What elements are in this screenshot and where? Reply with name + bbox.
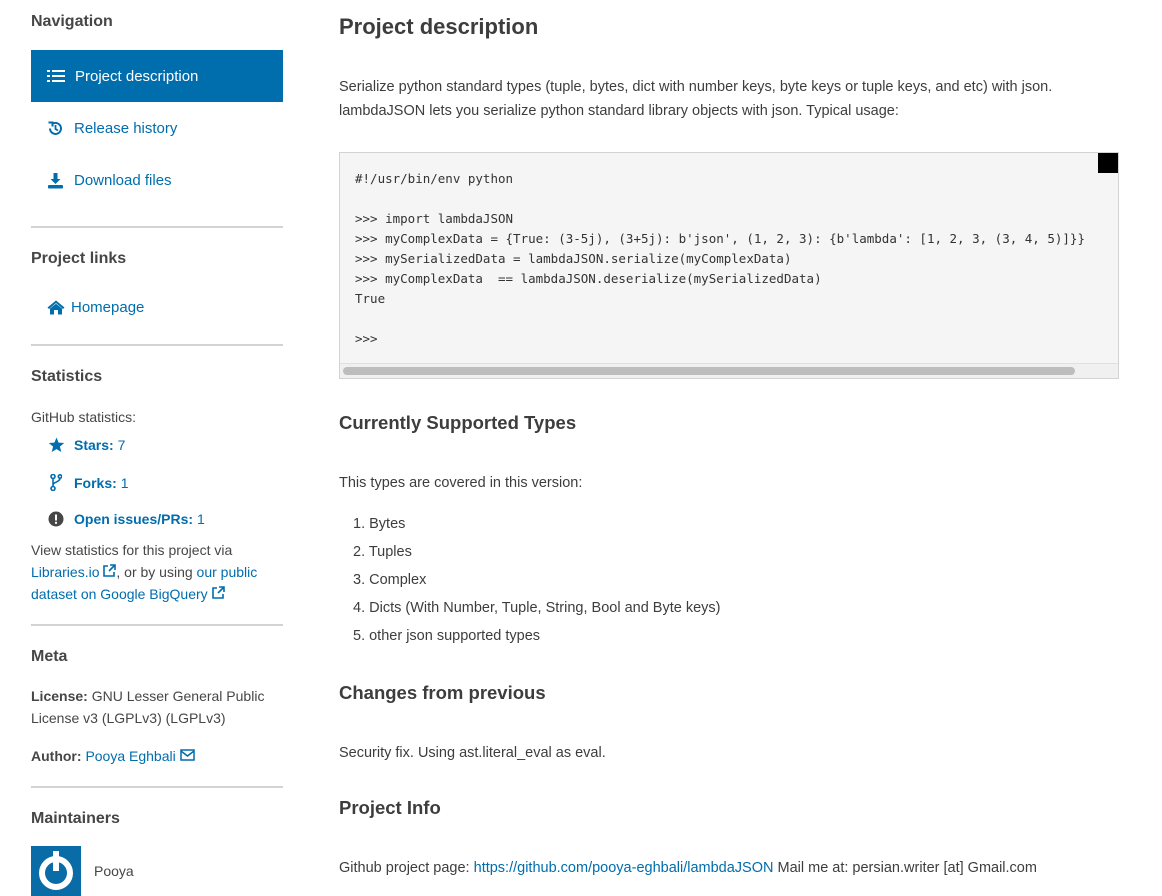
license-label: License: bbox=[31, 688, 88, 704]
scrollbar-thumb[interactable] bbox=[343, 367, 1075, 375]
divider bbox=[31, 344, 283, 346]
changes-text: Security fix. Using ast.literal_eval as … bbox=[339, 745, 606, 761]
nav-label: Release history bbox=[74, 119, 178, 137]
statistics-note-text: View statistics for this project via bbox=[31, 542, 233, 558]
author-name: Pooya Eghbali bbox=[85, 748, 176, 764]
list-item: 5. other json supported types bbox=[353, 628, 541, 644]
bigquery-label: our public bbox=[196, 564, 258, 580]
types-intro: This types are covered in this version: bbox=[339, 475, 583, 491]
maintainer-link[interactable]: Pooya bbox=[94, 860, 134, 882]
open-issues-link[interactable]: Open issues/PRs: 1 bbox=[47, 511, 205, 527]
copy-button[interactable] bbox=[1098, 153, 1118, 173]
stars-link[interactable]: Stars: 7 bbox=[47, 437, 125, 453]
author-link[interactable]: Pooya Eghbali bbox=[85, 748, 195, 764]
nav-download-files[interactable]: Download files bbox=[31, 154, 283, 206]
code-block[interactable]: #!/usr/bin/env python >>> import lambdaJ… bbox=[339, 152, 1119, 379]
history-icon bbox=[48, 121, 62, 135]
statistics-note: View statistics for this project via Lib… bbox=[31, 539, 283, 605]
homepage-label: Homepage bbox=[71, 298, 145, 316]
bigquery-label: dataset on Google BigQuery bbox=[31, 586, 208, 602]
avatar[interactable] bbox=[31, 846, 81, 896]
download-icon bbox=[48, 172, 63, 188]
forks-link[interactable]: Forks: 1 bbox=[47, 474, 128, 491]
forks-label: Forks: bbox=[74, 474, 117, 491]
open-issues-count: 1 bbox=[196, 511, 205, 527]
open-issues-label: Open issues/PRs: bbox=[74, 511, 194, 527]
maintainers-heading: Maintainers bbox=[31, 810, 120, 827]
star-icon bbox=[47, 437, 65, 453]
github-statistics-label: GitHub statistics: bbox=[31, 409, 137, 425]
horizontal-scrollbar[interactable] bbox=[340, 363, 1118, 378]
home-icon bbox=[47, 300, 65, 314]
project-info-prefix: Github project page: bbox=[339, 860, 474, 876]
supported-types-heading: Currently Supported Types bbox=[339, 412, 577, 433]
author-label: Author: bbox=[31, 748, 82, 764]
nav-release-history[interactable]: Release history bbox=[31, 102, 283, 154]
stars-count: 7 bbox=[117, 437, 126, 453]
project-info-heading: Project Info bbox=[339, 797, 441, 818]
list-item: 4. Dicts (With Number, Tuple, String, Bo… bbox=[353, 600, 721, 616]
project-links-heading: Project links bbox=[31, 250, 127, 267]
github-link[interactable]: https://github.com/pooya-eghbali/lambdaJ… bbox=[474, 860, 774, 876]
author-info: Author: Pooya Eghbali bbox=[31, 745, 283, 767]
external-link-icon bbox=[211, 586, 225, 599]
project-info-suffix: Mail me at: persian.writer [at] Gmail.co… bbox=[773, 860, 1037, 876]
page-title: Project description bbox=[339, 14, 539, 39]
forks-count: 1 bbox=[120, 474, 129, 491]
license-value: License v3 (LGPLv3) (LGPLv3) bbox=[31, 710, 226, 726]
list-item: 3. Complex bbox=[353, 572, 427, 588]
nav-project-description[interactable]: Project description bbox=[31, 50, 283, 102]
intro-text: Serialize python standard types (tuple, … bbox=[339, 79, 1053, 95]
changes-heading: Changes from previous bbox=[339, 682, 546, 703]
list-icon bbox=[47, 70, 65, 82]
divider bbox=[31, 624, 283, 626]
stars-label: Stars: bbox=[74, 437, 114, 453]
external-link-icon bbox=[103, 564, 117, 577]
types-list: 1. Bytes 2. Tuples 3. Complex 4. Dicts (… bbox=[353, 512, 720, 652]
list-item: 2. Tuples bbox=[353, 544, 412, 560]
libraries-io-label: Libraries.io bbox=[31, 564, 100, 580]
intro-paragraph: Serialize python standard types (tuple, … bbox=[339, 75, 1109, 123]
libraries-io-link[interactable]: Libraries.io bbox=[31, 564, 117, 580]
code-text: #!/usr/bin/env python >>> import lambdaJ… bbox=[355, 171, 1085, 346]
license-value: GNU Lesser General Public bbox=[91, 688, 265, 704]
project-info-text: Github project page: https://github.com/… bbox=[339, 856, 1109, 880]
statistics-note-text: , or by using bbox=[116, 564, 197, 580]
nav-label: Project description bbox=[75, 67, 199, 85]
navigation-heading: Navigation bbox=[31, 13, 113, 30]
exclamation-circle-icon bbox=[47, 511, 65, 527]
license-info: License: GNU Lesser General Public Licen… bbox=[31, 685, 283, 729]
list-item: 1. Bytes bbox=[353, 516, 406, 532]
divider bbox=[31, 786, 283, 788]
intro-text: lambdaJSON lets you serialize python sta… bbox=[339, 103, 899, 119]
statistics-heading: Statistics bbox=[31, 368, 103, 385]
meta-heading: Meta bbox=[31, 648, 68, 665]
fork-icon bbox=[47, 474, 65, 491]
divider bbox=[31, 226, 283, 228]
avatar-image bbox=[39, 851, 73, 890]
homepage-link[interactable]: Homepage bbox=[31, 281, 283, 333]
envelope-icon bbox=[179, 749, 195, 761]
nav-label: Download files bbox=[74, 171, 172, 189]
